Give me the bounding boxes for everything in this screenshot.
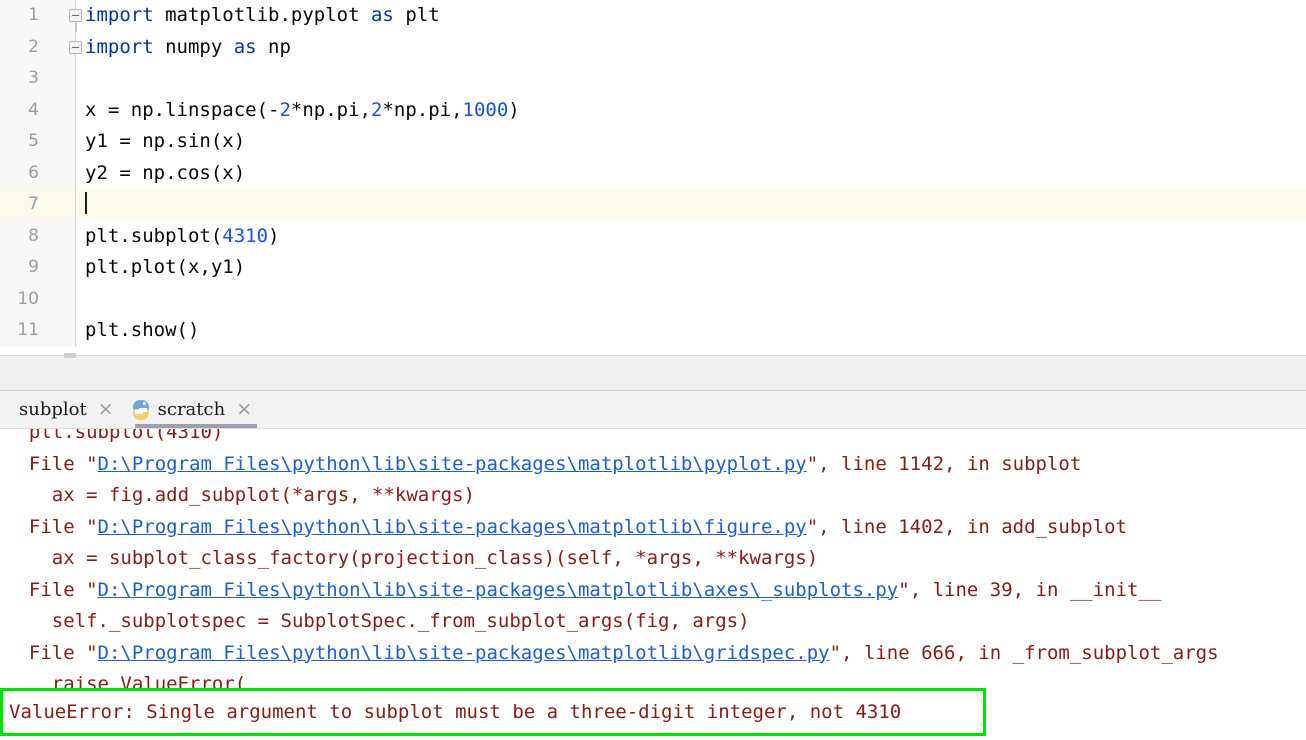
run-config-icon	[0, 401, 12, 419]
code-token: np	[256, 35, 291, 58]
code-token: plt	[393, 4, 440, 26]
code-line[interactable]: 2 import numpy as np	[0, 31, 1306, 64]
code-token: *np.pi,	[290, 98, 371, 121]
code-token: 1000	[462, 98, 509, 121]
code-token: y1 = np.sin(x)	[85, 130, 246, 152]
code-token: import	[85, 4, 154, 26]
console-tab-scratch[interactable]: scratch ×	[125, 391, 263, 428]
traceback-text: File "	[6, 452, 98, 475]
code-fold-stem-icon	[74, 22, 77, 32]
code-line-text: x = np.linspace(-2*np.pi,2*np.pi,1000)	[85, 95, 520, 127]
code-line-text	[85, 189, 87, 221]
line-number: 3	[0, 63, 76, 95]
code-token: y2 = np.cos(x)	[85, 161, 246, 184]
close-icon[interactable]: ×	[232, 400, 252, 419]
traceback-text: ", line 39, in __init__	[898, 578, 1162, 601]
ide-window: 1 import matplotlib.pyplot as plt 2 import …	[0, 0, 1306, 740]
code-token: 2	[371, 98, 383, 121]
console-tab-bar[interactable]: subplot × scratch ×	[0, 391, 1306, 429]
console-output: plt.subplot(4310) File "D:\Program Files…	[0, 429, 1306, 701]
code-line-text: import numpy as np	[85, 32, 291, 64]
code-line[interactable]: 10	[0, 283, 1306, 315]
traceback-text: ", line 1142, in subplot	[806, 452, 1082, 475]
console-line: File "D:\Program Files\python\lib\site-p…	[0, 638, 1306, 670]
console-line: File "D:\Program Files\python\lib\site-p…	[0, 449, 1306, 481]
console-line: plt.subplot(4310)	[0, 429, 1306, 449]
line-number: 5	[0, 126, 76, 158]
code-line[interactable]: 5 y1 = np.sin(x)	[0, 126, 1306, 158]
traceback-text: self._subplotspec = SubplotSpec._from_su…	[6, 610, 750, 632]
code-line-text: plt.subplot(4310)	[85, 221, 280, 253]
console-tab-label: subplot	[19, 399, 87, 420]
traceback-text: ax = fig.add_subplot(*args, **kwargs)	[6, 484, 475, 506]
code-line[interactable]: 7	[0, 189, 1306, 221]
code-line-text: y1 = np.sin(x)	[85, 126, 245, 158]
code-token: plt.show()	[85, 319, 200, 341]
editor-console-divider[interactable]	[0, 353, 1306, 391]
line-number: 7	[0, 189, 76, 221]
line-number: 2	[0, 31, 76, 63]
traceback-text: ", line 666, in _from_subplot_args	[829, 641, 1219, 664]
code-line-text: import matplotlib.pyplot as plt	[85, 0, 440, 32]
console-line: ax = subplot_class_factory(projection_cl…	[0, 543, 1306, 575]
code-token: x = np.linspace(-	[85, 98, 280, 121]
code-token: plt.subplot(	[85, 224, 223, 247]
code-token: )	[268, 224, 280, 247]
traceback-file-link[interactable]: D:\Program Files\python\lib\site-package…	[98, 642, 830, 664]
code-line-text: plt.plot(x,y1)	[85, 252, 245, 284]
line-number: 10	[0, 283, 76, 315]
line-number: 8	[0, 220, 76, 252]
code-fold-icon[interactable]	[69, 40, 82, 54]
traceback-text: plt.subplot(4310)	[6, 429, 224, 443]
error-highlight-box: ValueError: Single argument to subplot m…	[0, 688, 986, 736]
console-tab-subplot[interactable]: subplot ×	[0, 391, 125, 428]
console-tab-label: scratch	[157, 399, 226, 420]
traceback-text: File "	[6, 641, 98, 664]
traceback-text: File "	[6, 578, 98, 601]
code-token: as	[370, 4, 394, 26]
traceback-text: ax = subplot_class_factory(projection_cl…	[6, 547, 819, 569]
code-line[interactable]: 6 y2 = np.cos(x)	[0, 157, 1306, 190]
close-icon[interactable]: ×	[94, 400, 114, 419]
text-cursor	[85, 192, 87, 214]
code-line-text: plt.show()	[85, 315, 199, 347]
code-token: matplotlib.pyplot	[153, 4, 371, 26]
line-number: 11	[0, 315, 76, 347]
code-line[interactable]: 11 plt.show()	[0, 315, 1306, 347]
code-editor[interactable]: 1 import matplotlib.pyplot as plt 2 import …	[0, 0, 1306, 355]
line-number: 4	[0, 94, 76, 126]
code-line[interactable]: 3	[0, 63, 1306, 95]
traceback-text: ", line 1402, in add_subplot	[806, 515, 1128, 538]
line-number: 9	[0, 252, 76, 284]
code-token: 2	[279, 98, 291, 121]
console-line: ax = fig.add_subplot(*args, **kwargs)	[0, 480, 1306, 512]
python-file-icon	[131, 399, 151, 420]
console-line: File "D:\Program Files\python\lib\site-p…	[0, 575, 1306, 607]
error-message-text: ValueError: Single argument to subplot m…	[9, 701, 902, 723]
traceback-file-link[interactable]: D:\Program Files\python\lib\site-package…	[98, 579, 899, 601]
divider-grip[interactable]	[64, 353, 76, 358]
line-number: 1	[0, 0, 76, 32]
code-token: 4310	[222, 224, 269, 247]
code-line[interactable]: 4x = np.linspace(-2*np.pi,2*np.pi,1000)	[0, 94, 1306, 127]
code-token: plt.plot(x,y1)	[85, 256, 246, 278]
code-token: as	[233, 35, 257, 58]
code-fold-icon[interactable]	[69, 9, 82, 22]
traceback-text: File "	[6, 515, 98, 538]
code-line[interactable]: 8 plt.subplot(4310)	[0, 220, 1306, 253]
code-line[interactable]: 9 plt.plot(x,y1)	[0, 252, 1306, 284]
code-token: numpy	[153, 35, 234, 58]
code-token: )	[508, 98, 520, 121]
console-line: self._subplotspec = SubplotSpec._from_su…	[0, 606, 1306, 638]
traceback-file-link[interactable]: D:\Program Files\python\lib\site-package…	[98, 516, 807, 538]
code-line[interactable]: 1 import matplotlib.pyplot as plt	[0, 0, 1306, 32]
line-number: 6	[0, 157, 76, 189]
code-token: *np.pi,	[382, 98, 463, 121]
console-line: File "D:\Program Files\python\lib\site-p…	[0, 512, 1306, 544]
code-token: import	[85, 35, 154, 58]
code-line-text: y2 = np.cos(x)	[85, 158, 245, 190]
traceback-file-link[interactable]: D:\Program Files\python\lib\site-package…	[98, 453, 807, 475]
